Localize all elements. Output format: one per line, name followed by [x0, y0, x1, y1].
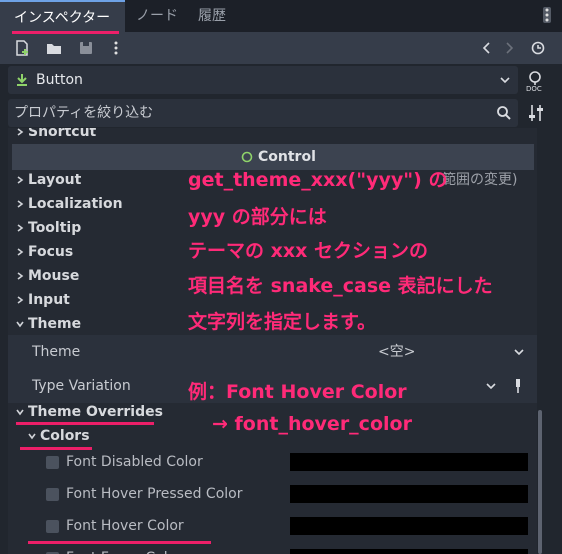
- color-swatch[interactable]: [290, 517, 528, 535]
- color-swatch[interactable]: [290, 485, 528, 503]
- node-selector[interactable]: Button: [8, 66, 518, 94]
- tab-node[interactable]: ノード: [136, 0, 178, 32]
- tab-inspector[interactable]: インスペクター: [0, 0, 125, 32]
- theme-value[interactable]: <空>: [378, 335, 415, 369]
- highlight-underline: [16, 422, 154, 425]
- doc-icon[interactable]: DOC: [526, 70, 544, 92]
- chevron-down-icon: [498, 73, 512, 87]
- more-menu-icon[interactable]: [112, 40, 120, 56]
- control-node-icon: [241, 151, 253, 163]
- property-tools-icon[interactable]: [528, 104, 544, 122]
- color-property-row: Font Hover Color: [8, 510, 537, 542]
- annotation-line: 文字列を指定します。: [188, 311, 377, 333]
- override-checkbox[interactable]: [46, 520, 59, 533]
- annotation-line: get_theme_xxx("yyy") の: [188, 169, 448, 191]
- pin-icon[interactable]: [514, 378, 522, 394]
- inspector-toolbar: [0, 32, 562, 64]
- object-history-icon[interactable]: [530, 40, 546, 56]
- new-resource-icon[interactable]: [14, 40, 30, 56]
- scrollbar[interactable]: [538, 410, 542, 554]
- color-swatch[interactable]: [290, 549, 528, 554]
- category-shortcut[interactable]: Shortcut: [8, 128, 537, 144]
- button-node-icon: [15, 72, 29, 88]
- override-checkbox[interactable]: [46, 488, 59, 501]
- annotation-line: 項目名を snake_case 表記にした: [188, 275, 493, 297]
- history-forward-icon[interactable]: [501, 40, 517, 56]
- highlight-underline: [28, 541, 211, 544]
- node-name: Button: [36, 72, 83, 88]
- annotation-line: テーマの xxx セクションの: [188, 240, 428, 262]
- highlight-underline: [20, 447, 92, 450]
- color-property-row: Font Hover Pressed Color: [8, 478, 537, 510]
- override-checkbox[interactable]: [46, 456, 59, 469]
- dock-tab-bar: インスペクター ノード 履歴: [0, 0, 562, 32]
- property-filter-input[interactable]: プロパティを絞り込む: [8, 99, 518, 127]
- history-back-icon[interactable]: [479, 40, 495, 56]
- chevron-down-icon[interactable]: [484, 379, 498, 393]
- dock-menu-icon[interactable]: [540, 7, 554, 23]
- layout-hint: 範囲の変更): [442, 172, 518, 188]
- save-resource-icon[interactable]: [78, 40, 94, 56]
- search-icon: [496, 105, 512, 121]
- annotation-example: 例：Font Hover Color: [188, 381, 407, 403]
- chevron-down-icon[interactable]: [512, 345, 526, 359]
- annotation-line: yyy の部分には: [188, 206, 327, 228]
- filter-placeholder: プロパティを絞り込む: [14, 105, 154, 121]
- color-property-row: Font Disabled Color: [8, 446, 537, 478]
- color-swatch[interactable]: [290, 453, 528, 471]
- property-theme: Theme <空>: [8, 335, 537, 369]
- tab-history[interactable]: 履歴: [198, 0, 226, 32]
- annotation-example-result: → font_hover_color: [212, 413, 412, 435]
- svg-text:DOC: DOC: [526, 85, 542, 92]
- highlight-underline: [12, 31, 119, 34]
- load-resource-icon[interactable]: [46, 40, 62, 56]
